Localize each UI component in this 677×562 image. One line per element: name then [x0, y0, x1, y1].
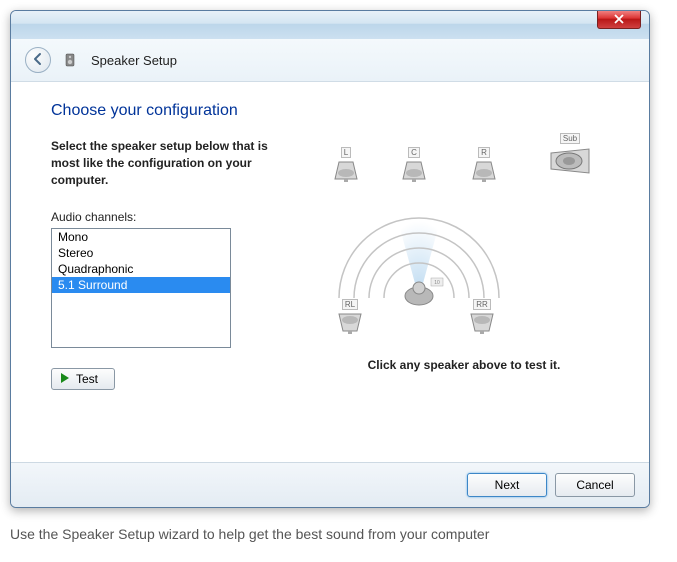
speaker-front-center[interactable]: C — [399, 144, 429, 186]
list-item[interactable]: Mono — [52, 229, 230, 245]
back-button[interactable] — [25, 47, 51, 73]
speaker-rear-icon — [335, 311, 365, 338]
speaker-front-icon — [399, 159, 429, 186]
list-item[interactable]: Stereo — [52, 245, 230, 261]
speaker-front-right[interactable]: R — [469, 144, 499, 186]
speaker-setup-window: Speaker Setup Choose your configuration … — [10, 10, 650, 508]
test-hint: Click any speaker above to test it. — [319, 358, 609, 372]
window-title: Speaker Setup — [91, 53, 177, 68]
channels-label: Audio channels: — [51, 210, 291, 224]
speaker-front-left[interactable]: L — [331, 144, 361, 186]
speaker-label: Sub — [560, 133, 580, 144]
figure-caption: Use the Speaker Setup wizard to help get… — [10, 526, 667, 542]
speaker-label: RR — [473, 299, 491, 310]
wizard-footer: Next Cancel — [11, 462, 649, 507]
play-icon — [60, 372, 70, 386]
next-button[interactable]: Next — [467, 473, 547, 497]
wizard-header: Speaker Setup — [11, 39, 649, 82]
speaker-label: C — [408, 147, 420, 158]
audio-channels-listbox[interactable]: Mono Stereo Quadraphonic 5.1 Surround — [51, 228, 231, 348]
speaker-front-icon — [331, 159, 361, 186]
svg-text:10: 10 — [434, 280, 440, 286]
test-button-label: Test — [76, 372, 98, 386]
wizard-content: Choose your configuration Select the spe… — [11, 82, 649, 462]
cancel-button[interactable]: Cancel — [555, 473, 635, 497]
speaker-rear-icon — [467, 311, 497, 338]
subwoofer-icon — [547, 145, 593, 180]
speaker-subwoofer[interactable]: Sub — [547, 130, 593, 180]
speaker-rear-left[interactable]: RL — [335, 296, 365, 338]
speaker-front-icon — [469, 159, 499, 186]
instruction-text: Select the speaker setup below that is m… — [51, 138, 291, 188]
titlebar — [11, 11, 649, 39]
speaker-diagram: 10 Sub L C — [319, 138, 579, 358]
list-item[interactable]: 5.1 Surround — [52, 277, 230, 293]
list-item[interactable]: Quadraphonic — [52, 261, 230, 277]
back-arrow-icon — [31, 52, 45, 69]
speaker-label: R — [478, 147, 490, 158]
page-heading: Choose your configuration — [51, 102, 609, 120]
close-button[interactable] — [597, 11, 641, 29]
speaker-label: L — [341, 147, 351, 158]
test-button[interactable]: Test — [51, 368, 115, 390]
speaker-icon — [63, 52, 79, 68]
close-icon — [614, 13, 624, 27]
speaker-label: RL — [342, 299, 358, 310]
speaker-rear-right[interactable]: RR — [467, 296, 497, 338]
